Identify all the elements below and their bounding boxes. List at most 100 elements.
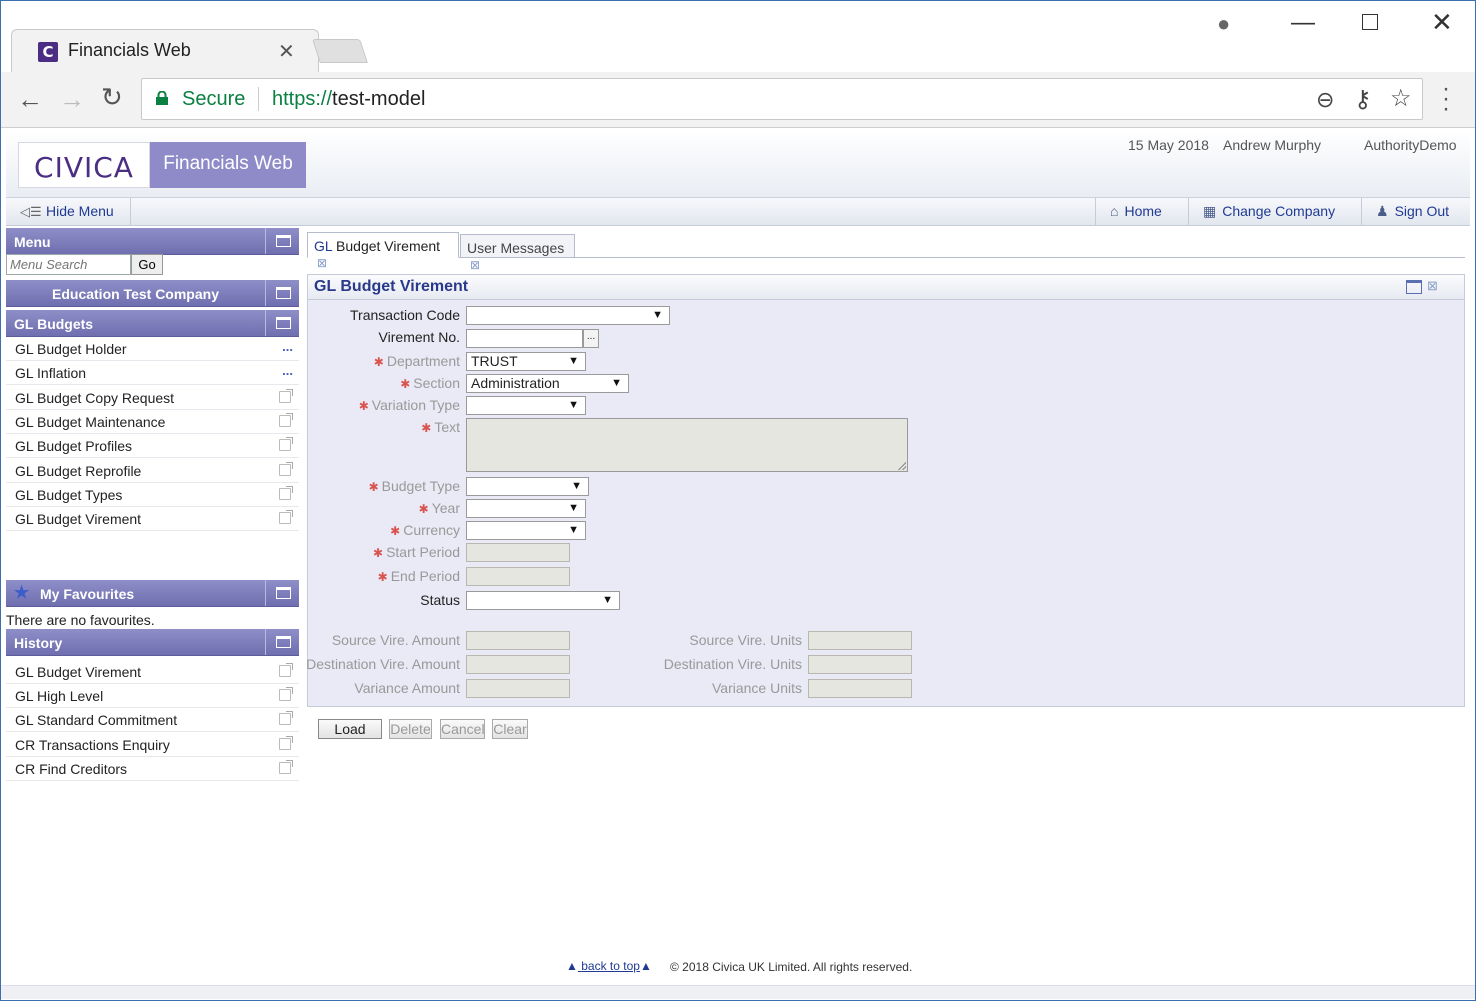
virement-lookup-button[interactable]: ... (583, 329, 599, 348)
virement-no-input[interactable] (466, 329, 583, 348)
transaction-code-select[interactable]: ▼ (466, 306, 670, 325)
end-period-label: ✱ End Period (300, 568, 460, 584)
reload-icon[interactable]: ↻ (101, 82, 123, 113)
change-company-label: Change Company (1222, 203, 1336, 219)
browser-tab-title: Financials Web (68, 40, 191, 60)
clear-button[interactable]: Clear (492, 719, 528, 739)
up-arrow-icon: ▲ (639, 959, 652, 973)
tab-close-icon[interactable]: ⊠ (470, 258, 480, 272)
url-text[interactable]: https://test-model (272, 88, 425, 111)
gl-budgets-header[interactable]: GL Budgets (6, 310, 299, 337)
dropdown-arrow-icon: ▼ (611, 377, 622, 389)
history-item-label: GL Standard Commitment (15, 712, 178, 728)
sidebar-item-gl-budget-holder[interactable]: GL Budget Holder... (6, 337, 299, 361)
history-item-cr-find-creditors[interactable]: CR Find Creditors (6, 757, 299, 781)
status-select[interactable]: ▼ (466, 591, 620, 610)
open-external-icon[interactable] (279, 437, 293, 451)
tab-close-icon[interactable]: ✕ (278, 39, 295, 64)
history-item-gl-high-level[interactable]: GL High Level (6, 684, 299, 708)
dropdown-arrow-icon: ▼ (568, 355, 579, 367)
open-external-icon[interactable] (279, 413, 293, 427)
home-link[interactable]: ⌂ Home (1095, 198, 1176, 225)
resize-grip-icon[interactable] (898, 462, 906, 470)
sidebar-item-gl-budget-types[interactable]: GL Budget Types (6, 483, 299, 507)
cancel-button[interactable]: Cancel (440, 719, 485, 739)
sign-out-link[interactable]: ♟ Sign Out (1361, 198, 1463, 225)
tab-user-messages[interactable]: User Messages ⊠ (460, 234, 575, 272)
tab-close-icon[interactable]: ⊠ (317, 256, 327, 270)
company-name: Education Test Company (52, 286, 219, 302)
end-period-input (466, 567, 570, 586)
history-item-gl-budget-virement[interactable]: GL Budget Virement (6, 660, 299, 684)
load-button[interactable]: Load (318, 719, 382, 739)
budget-type-select[interactable]: ▼ (466, 477, 589, 496)
panel-pin-icon[interactable] (1406, 280, 1422, 294)
tab-gl-budget-virement[interactable]: GL Budget Virement ⊠ (307, 232, 459, 270)
text-textarea[interactable] (466, 418, 908, 472)
delete-button[interactable]: Delete (389, 719, 432, 739)
currency-select[interactable]: ▼ (466, 521, 586, 540)
sidebar-item-gl-budget-virement[interactable]: GL Budget Virement (6, 507, 299, 531)
address-bar[interactable]: Secure https://test-model ⊖ ⚷ ☆ (141, 78, 1423, 120)
change-company-link[interactable]: ▦ Change Company (1188, 198, 1349, 225)
window-minimize-button[interactable]: — (1291, 9, 1315, 37)
browser-menu-icon[interactable]: · · · (1441, 77, 1451, 121)
sidebar-item-gl-budget-maintenance[interactable]: GL Budget Maintenance (6, 410, 299, 434)
source-amount-label: Source Vire. Amount (331, 632, 460, 648)
menu-go-button[interactable]: Go (131, 254, 163, 275)
department-select[interactable]: TRUST ▼ (466, 352, 586, 371)
sidebar-item-gl-budget-profiles[interactable]: GL Budget Profiles (6, 434, 299, 458)
favourites-header[interactable]: ★ My Favourites (6, 580, 299, 607)
history-header[interactable]: History (6, 629, 299, 656)
sidebar-item-gl-inflation[interactable]: GL Inflation... (6, 361, 299, 385)
sidebar-item-label: GL Budget Holder (15, 341, 127, 357)
history-item-label: CR Find Creditors (15, 761, 128, 777)
zoom-out-icon[interactable]: ⊖ (1316, 87, 1334, 113)
hide-menu-button[interactable]: ◁☰ Hide Menu (14, 198, 131, 225)
destination-units-input (808, 655, 912, 674)
more-dots-icon[interactable]: ... (282, 363, 293, 378)
dropdown-arrow-icon: ▼ (652, 309, 663, 321)
sidebar-item-gl-budget-reprofile[interactable]: GL Budget Reprofile (6, 459, 299, 483)
key-icon[interactable]: ⚷ (1354, 85, 1372, 114)
variation-type-label: ✱ Variation Type (300, 397, 460, 413)
back-to-top-link[interactable]: ▲ back to top▲ (566, 959, 652, 973)
text-label: ✱ Text (300, 419, 460, 435)
dropdown-arrow-icon: ▼ (568, 502, 579, 514)
browser-tab-active[interactable]: C Financials Web ✕ (11, 29, 319, 73)
text-label-text: Text (434, 419, 460, 435)
sidebar-item-gl-budget-copy-request[interactable]: GL Budget Copy Request (6, 386, 299, 410)
open-external-icon[interactable] (279, 510, 293, 524)
open-external-icon[interactable] (279, 486, 293, 500)
section-select[interactable]: Administration ▼ (466, 374, 629, 393)
gl-budgets-pin-icon[interactable] (265, 310, 299, 336)
account-icon[interactable]: ● (1217, 11, 1230, 37)
favourites-pin-icon[interactable] (265, 580, 299, 606)
forward-arrow-icon[interactable]: → (59, 84, 85, 115)
open-external-icon[interactable] (279, 760, 293, 774)
history-item-cr-transactions-enquiry[interactable]: CR Transactions Enquiry (6, 733, 299, 757)
menu-pin-icon[interactable] (265, 228, 299, 254)
panel-close-icon[interactable]: ⊠ (1427, 278, 1438, 294)
variation-type-select[interactable]: ▼ (466, 396, 586, 415)
destination-amount-label: Destination Vire. Amount (306, 656, 460, 672)
window-close-button[interactable]: ✕ (1431, 7, 1453, 38)
source-units-label: Source Vire. Units (689, 632, 802, 648)
open-external-icon[interactable] (279, 711, 293, 725)
department-label: ✱ Department (300, 353, 460, 369)
copyright-text: © 2018 Civica UK Limited. All rights res… (670, 960, 913, 974)
year-select[interactable]: ▼ (466, 499, 586, 518)
company-header[interactable]: Education Test Company (6, 280, 299, 307)
more-dots-icon[interactable]: ... (282, 339, 293, 354)
open-external-icon[interactable] (279, 462, 293, 476)
tab-label: User Messages (467, 240, 565, 256)
company-pin-icon[interactable] (265, 280, 299, 306)
window-maximize-button[interactable] (1362, 14, 1378, 30)
history-item-gl-standard-commitment[interactable]: GL Standard Commitment (6, 708, 299, 732)
back-arrow-icon[interactable]: ← (17, 84, 43, 115)
open-external-icon[interactable] (279, 389, 293, 403)
new-tab-button[interactable] (312, 39, 368, 63)
menu-search-input[interactable] (6, 254, 131, 275)
bookmark-star-icon[interactable]: ☆ (1390, 84, 1412, 113)
open-external-icon[interactable] (279, 736, 293, 750)
